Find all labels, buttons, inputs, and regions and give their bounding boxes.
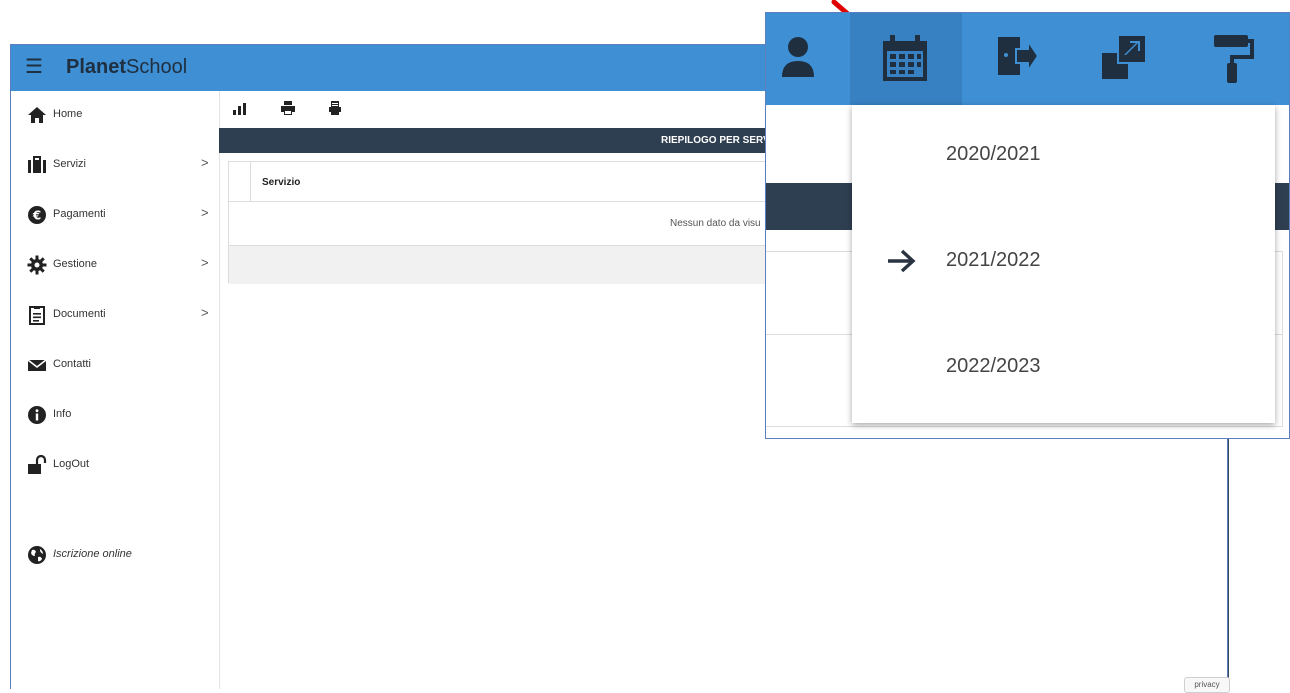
sidebar-item-contatti[interactable]: Contatti xyxy=(11,345,219,385)
sidebar-item-pagamenti[interactable]: € Pagamenti > xyxy=(11,195,219,235)
sidebar-item-label: Documenti xyxy=(53,308,106,320)
sidebar-item-label: LogOut xyxy=(53,458,90,470)
sidebar-item-logout[interactable]: LogOut xyxy=(11,445,219,485)
globe-icon xyxy=(28,546,46,564)
hamburger-menu-icon[interactable]: ☰ xyxy=(25,57,43,77)
menu-item-2022-2023[interactable]: 2022/2023 xyxy=(852,317,1275,423)
column-divider xyxy=(250,162,251,201)
inset-top-bar xyxy=(766,13,1289,105)
calendar-icon[interactable] xyxy=(882,35,928,83)
euro-icon: € xyxy=(28,206,46,224)
menu-item-label: 2021/2022 xyxy=(946,249,1041,271)
report-title: RIEPILOGO PER SERV xyxy=(661,135,770,146)
zoomed-inset: 2020/2021 2021/2022 2022/2023 xyxy=(765,12,1290,439)
paint-roller-icon[interactable] xyxy=(1214,35,1254,83)
info-icon xyxy=(28,406,46,424)
callout-connector-line xyxy=(1228,438,1229,689)
briefcase-icon xyxy=(28,156,46,173)
column-header-servizio[interactable]: Servizio xyxy=(262,177,300,188)
sidebar-item-label: Servizi xyxy=(53,158,87,170)
gear-icon xyxy=(27,255,47,275)
sidebar-item-documenti[interactable]: Documenti > xyxy=(11,295,219,335)
print-icon[interactable] xyxy=(281,101,295,115)
sidebar-item-label: Home xyxy=(53,108,83,120)
sidebar-item-label: Contatti xyxy=(53,358,91,370)
user-icon[interactable] xyxy=(780,35,816,79)
sidebar-item-gestione[interactable]: Gestione > xyxy=(11,245,219,285)
sidebar-item-label: Pagamenti xyxy=(53,208,106,220)
chevron-right-icon: > xyxy=(201,255,209,270)
empty-table-message: Nessun dato da visu xyxy=(670,218,761,229)
menu-item-2020-2021[interactable]: 2020/2021 xyxy=(852,105,1275,211)
sidebar-item-info[interactable]: Info xyxy=(11,395,219,435)
school-year-dropdown: 2020/2021 2021/2022 2022/2023 xyxy=(852,105,1275,423)
svg-text:€: € xyxy=(32,209,41,223)
chevron-right-icon: > xyxy=(201,205,209,220)
clipboard-icon xyxy=(29,306,45,325)
sidebar-item-label: Info xyxy=(53,408,72,420)
chevron-right-icon: > xyxy=(201,305,209,320)
menu-item-2021-2022[interactable]: 2021/2022 xyxy=(852,211,1275,317)
sidebar-item-label: Iscrizione online xyxy=(53,548,132,560)
sidebar-item-home[interactable]: Home xyxy=(11,95,219,135)
arrow-right-icon xyxy=(888,249,916,273)
exit-icon[interactable] xyxy=(998,35,1038,77)
chevron-right-icon: > xyxy=(201,155,209,170)
document-print-icon[interactable] xyxy=(329,101,341,115)
brand-logo[interactable]: PlanetSchool xyxy=(66,56,187,78)
envelope-icon xyxy=(27,359,47,371)
sidebar-item-iscrizione-online[interactable]: Iscrizione online xyxy=(11,535,219,575)
sidebar-item-label: Gestione xyxy=(53,258,98,270)
sidebar: Home Servizi > € Pagamenti > Gestione > … xyxy=(11,91,220,689)
menu-item-label: 2022/2023 xyxy=(946,355,1041,377)
sidebar-item-servizi[interactable]: Servizi > xyxy=(11,145,219,185)
bar-chart-icon[interactable] xyxy=(233,103,247,115)
unlock-icon xyxy=(28,455,47,474)
menu-item-label: 2020/2021 xyxy=(946,143,1041,165)
resize-icon[interactable] xyxy=(1102,35,1146,79)
privacy-badge[interactable]: privacy xyxy=(1184,677,1230,693)
home-icon xyxy=(28,107,46,123)
